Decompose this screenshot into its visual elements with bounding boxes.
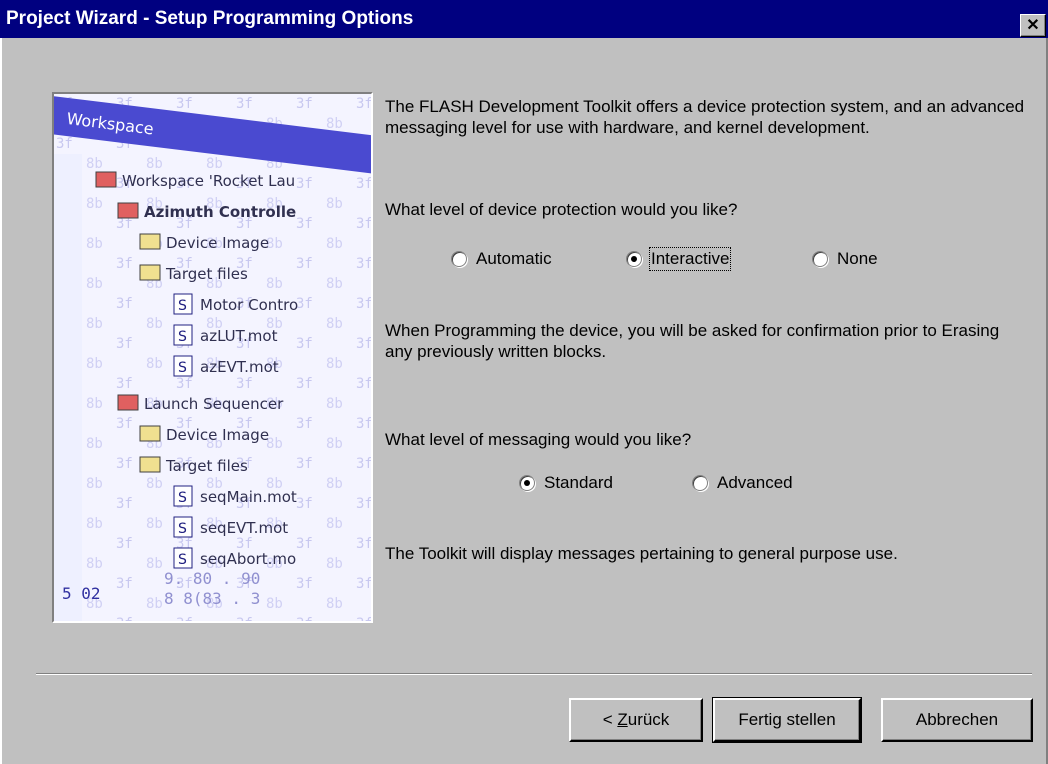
s-record-icon: S	[173, 485, 193, 507]
radio-button[interactable]	[451, 251, 467, 267]
folder-open-icon	[139, 264, 161, 281]
messaging-question: What level of messaging would you like?	[385, 430, 692, 449]
radio-messaging-standard[interactable]: Standard	[519, 473, 613, 493]
illustration-tree-label: Motor Contro	[200, 296, 298, 314]
cancel-button-label: Abbrechen	[915, 710, 999, 729]
intro-text: The FLASH Development Toolkit offers a d…	[385, 97, 1025, 137]
close-icon: ✕	[1026, 16, 1040, 34]
illustration-tree-item: SseqMain.mot	[173, 485, 297, 507]
s-record-icon: S	[173, 355, 193, 377]
messaging-description: The Toolkit will display messages pertai…	[385, 544, 898, 563]
illustration-tree-item: Device Image	[139, 425, 269, 444]
title-bar: Project Wizard - Setup Programming Optio…	[0, 0, 1048, 38]
cancel-button[interactable]: Abbrechen	[881, 698, 1033, 742]
radio-button[interactable]	[812, 251, 828, 267]
back-button-mnemonic: Z	[617, 710, 628, 729]
radio-button[interactable]	[519, 475, 535, 491]
svg-text:S: S	[178, 552, 187, 568]
illustration-tree-label: seqEVT.mot	[200, 519, 288, 537]
finish-button-label: Fertig stellen	[738, 710, 836, 729]
illustration-tree-item: Target files	[139, 264, 248, 283]
illustration-tree-item: SazEVT.mot	[173, 355, 279, 377]
protection-question: What level of device protection would yo…	[385, 200, 738, 219]
svg-text:8 8(83 . 3: 8 8(83 . 3	[164, 589, 260, 608]
project-icon	[117, 202, 139, 219]
window-title: Project Wizard - Setup Programming Optio…	[6, 8, 414, 29]
svg-text:5 02: 5 02	[62, 584, 101, 603]
illustration-tree-label: Workspace 'Rocket Lau	[122, 172, 295, 190]
radio-button[interactable]	[692, 475, 708, 491]
radio-label: Standard	[544, 473, 613, 492]
radio-label: Advanced	[717, 473, 793, 492]
illustration-tree-item: Workspace 'Rocket Lau	[95, 171, 295, 190]
separator	[36, 673, 1032, 675]
illustration-tree-item: Target files	[139, 456, 248, 475]
s-record-icon: S	[173, 324, 193, 346]
illustration-tree-item: SseqEVT.mot	[173, 516, 288, 538]
illustration-tree-label: Target files	[165, 265, 248, 283]
protection-description: When Programming the device, you will be…	[385, 321, 1000, 361]
s-record-icon: S	[173, 293, 193, 315]
illustration-tree-label: seqAbort.mo	[200, 550, 296, 568]
s-record-icon: S	[173, 516, 193, 538]
folder-icon	[139, 233, 161, 250]
illustration-tree-label: azLUT.mot	[200, 327, 278, 345]
illustration-tree-label: seqMain.mot	[200, 488, 297, 506]
svg-text:S: S	[178, 521, 187, 537]
finish-button[interactable]: Fertig stellen	[712, 697, 862, 743]
illustration-tree-item: Azimuth Controlle	[117, 202, 296, 221]
radio-protection-automatic[interactable]: Automatic	[451, 249, 552, 269]
illustration-tree-item: Device Image	[139, 233, 269, 252]
illustration-tree-label: Azimuth Controlle	[144, 203, 296, 221]
illustration-tree-label: Device Image	[166, 426, 269, 444]
illustration-graphic: 3f 8b Workspace Workspace 'Rocket LauAzi…	[54, 94, 371, 621]
folder-open-icon	[139, 456, 161, 473]
folder-icon	[139, 425, 161, 442]
workspace-icon	[95, 171, 117, 188]
radio-messaging-advanced[interactable]: Advanced	[692, 473, 793, 493]
svg-text:S: S	[178, 360, 187, 376]
s-record-icon: S	[173, 547, 193, 569]
illustration-tree-item: SseqAbort.mo	[173, 547, 296, 569]
radio-label: Automatic	[476, 249, 552, 268]
back-button-prefix: <	[602, 710, 618, 729]
radio-button[interactable]	[626, 251, 642, 267]
illustration-tree-item: SazLUT.mot	[173, 324, 278, 346]
back-button-rest: urück	[627, 710, 670, 729]
svg-text:9. 80 . 90: 9. 80 . 90	[164, 569, 260, 588]
back-button[interactable]: < Zurück	[569, 698, 703, 742]
svg-text:S: S	[178, 329, 187, 345]
illustration-tree-label: Device Image	[166, 234, 269, 252]
radio-protection-none[interactable]: None	[812, 249, 878, 269]
radio-protection-interactive[interactable]: Interactive	[626, 247, 732, 271]
svg-text:S: S	[178, 490, 187, 506]
radio-label: None	[837, 249, 878, 268]
project-icon	[117, 394, 139, 411]
wizard-illustration: 3f 8b Workspace Workspace 'Rocket LauAzi…	[52, 92, 373, 623]
illustration-tree-label: Target files	[165, 457, 248, 475]
illustration-tree-label: azEVT.mot	[200, 358, 279, 376]
radio-label: Interactive	[648, 247, 732, 271]
illustration-tree-label: Launch Sequencer	[144, 395, 284, 413]
close-button[interactable]: ✕	[1020, 14, 1046, 37]
window-frame-left	[0, 38, 2, 764]
svg-text:S: S	[178, 298, 187, 314]
